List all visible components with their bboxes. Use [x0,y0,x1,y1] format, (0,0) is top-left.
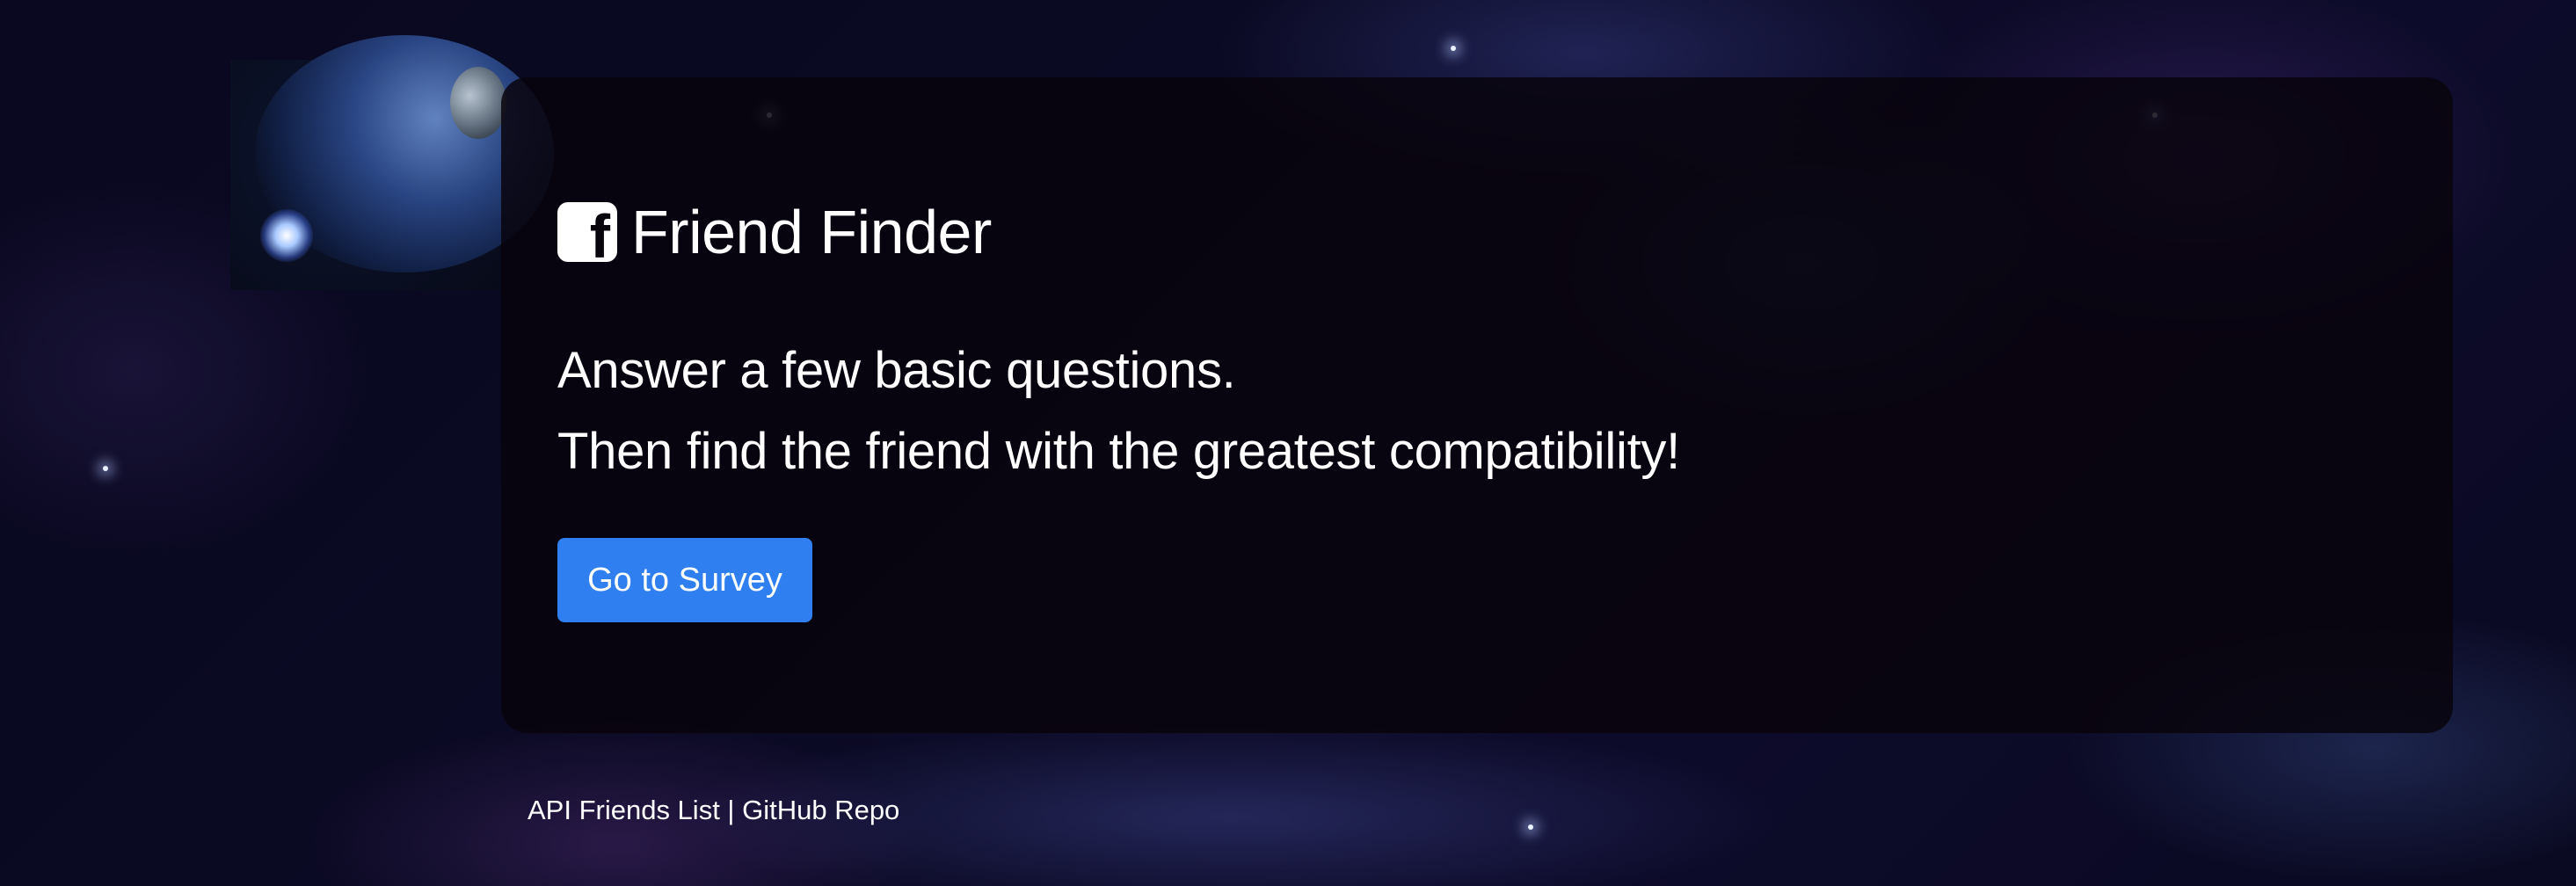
page-title: Friend Finder [631,198,992,266]
sun-glow [260,209,313,262]
footer-links: API Friends List | GitHub Repo [528,793,899,828]
star-decoration [103,466,108,471]
github-repo-link[interactable]: GitHub Repo [742,795,899,825]
facebook-square-icon: f [557,202,617,262]
lead-text: Answer a few basic questions. Then find … [557,330,1680,492]
footer-separator: | [719,795,743,825]
star-decoration [1528,824,1533,830]
lead-line-1: Answer a few basic questions. [557,342,1236,399]
star-decoration [1451,46,1456,51]
brand-header: f Friend Finder [557,197,992,267]
go-to-survey-button[interactable]: Go to Survey [557,538,812,622]
lead-line-2: Then find the friend with the greatest c… [557,423,1680,480]
moon-graphic [450,67,506,139]
api-friends-list-link[interactable]: API Friends List [528,795,720,825]
